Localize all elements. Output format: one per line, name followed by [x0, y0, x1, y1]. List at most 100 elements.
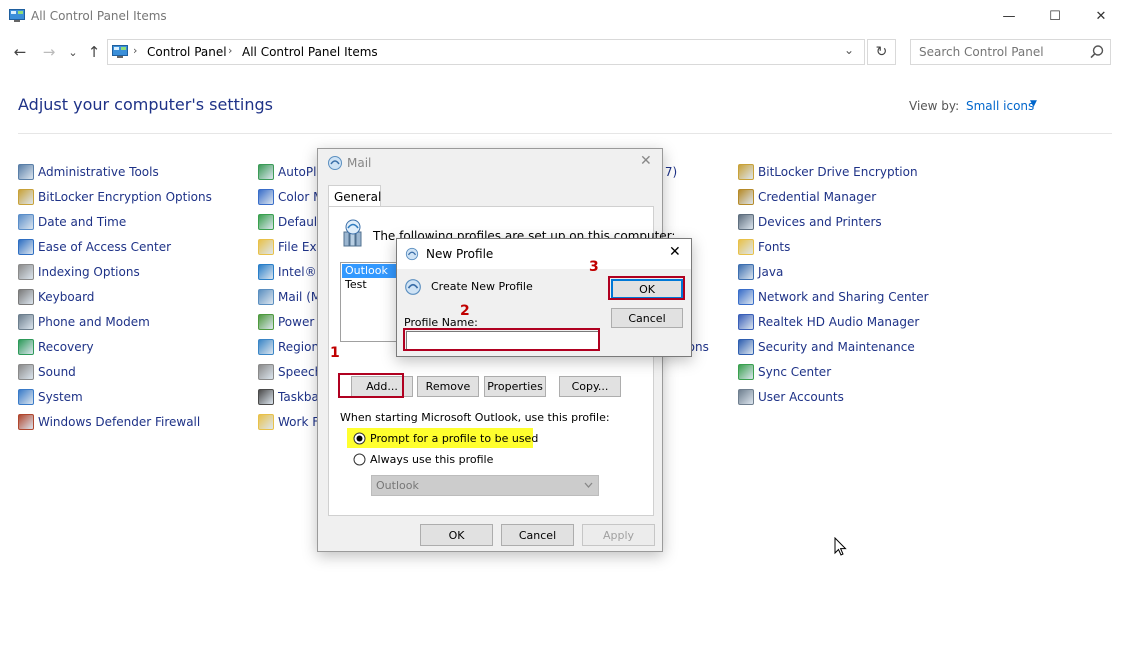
cp-item[interactable]: Work Fo	[258, 412, 326, 432]
cp-item[interactable]: Security and Maintenance	[738, 337, 915, 357]
cp-item[interactable]: Credential Manager	[738, 187, 876, 207]
cp-item[interactable]: Sync Center	[738, 362, 831, 382]
annotation-box-add	[338, 373, 404, 398]
radio-prompt-label[interactable]: Prompt for a profile to be used	[370, 432, 538, 445]
cp-item-label: User Accounts	[758, 390, 844, 404]
control-panel-window: All Control Panel Items — ☐ ✕ ← → ⌄ ↑ › …	[0, 0, 1124, 657]
cp-item[interactable]: Recovery	[18, 337, 94, 357]
cp-item[interactable]: Date and Time	[18, 212, 126, 232]
cancel-button[interactable]: Cancel	[611, 308, 683, 328]
radio-selected-icon[interactable]	[353, 432, 366, 445]
cp-item[interactable]: Java	[738, 262, 783, 282]
mouse-cursor-icon	[834, 537, 847, 556]
printer-icon	[738, 214, 754, 230]
cp-item[interactable]: Color M	[258, 187, 324, 207]
cp-item[interactable]: User Accounts	[738, 387, 844, 407]
up-arrow-icon[interactable]: ↑	[84, 42, 104, 62]
remove-profile-button[interactable]: Remove	[417, 376, 479, 397]
refresh-icon[interactable]: ↻	[867, 39, 896, 65]
firewall-icon	[18, 414, 34, 430]
apply-button[interactable]: Apply	[582, 524, 655, 546]
cp-item[interactable]: Mail (M	[258, 287, 321, 307]
radio-always-label[interactable]: Always use this profile	[370, 453, 493, 466]
cp-item[interactable]: Sound	[18, 362, 76, 382]
tab-general[interactable]: General	[328, 185, 381, 207]
cp-item[interactable]: Keyboard	[18, 287, 94, 307]
close-button[interactable]: ✕	[1078, 0, 1124, 32]
back-arrow-icon[interactable]: ←	[10, 42, 30, 62]
cp-item-label: Date and Time	[38, 215, 127, 229]
cp-item[interactable]: System	[18, 387, 83, 407]
cp-item[interactable]: BitLocker Drive Encryption	[738, 162, 918, 182]
search-icon	[1090, 45, 1104, 59]
cp-item-label: Security and Maintenance	[758, 340, 915, 354]
cp-item-label: System	[38, 390, 83, 404]
annotation-step-1: 1	[330, 345, 340, 361]
dialog-close-button[interactable]: ✕	[640, 153, 652, 169]
control-panel-icon	[112, 45, 128, 58]
phone-modem-icon	[18, 314, 34, 330]
header-divider	[18, 133, 1112, 134]
cp-item[interactable]: Windows Defender Firewall	[18, 412, 200, 432]
radio-unselected-icon[interactable]	[353, 453, 366, 466]
recent-locations-icon[interactable]: ⌄	[63, 42, 83, 62]
cp-item[interactable]: Fonts	[738, 237, 790, 257]
cp-item[interactable]: Intel® I	[258, 262, 324, 282]
users-icon	[738, 389, 754, 405]
chevron-down-icon[interactable]: ⌄	[844, 43, 854, 57]
cp-item-label: Network and Sharing Center	[758, 290, 929, 304]
caret-down-icon[interactable]: ▼	[1030, 99, 1037, 109]
view-by-label: View by:	[909, 99, 960, 113]
list-item[interactable]: Test	[342, 278, 404, 292]
view-by-dropdown[interactable]: Small icons	[966, 99, 1034, 113]
profiles-icon	[343, 219, 362, 247]
profile-select[interactable]: Outlook	[371, 475, 599, 496]
dialog-close-button[interactable]: ✕	[669, 244, 681, 260]
cp-item[interactable]: Region	[258, 337, 319, 357]
address-bar[interactable]: › Control Panel › All Control Panel Item…	[107, 39, 865, 65]
annotation-box-ok	[608, 276, 685, 300]
cp-item-label: Speech	[278, 365, 323, 379]
chevron-down-icon	[584, 482, 593, 488]
microphone-icon	[258, 364, 274, 380]
indexing-icon	[18, 264, 34, 280]
cancel-button[interactable]: Cancel	[501, 524, 574, 546]
cp-item[interactable]: Realtek HD Audio Manager	[738, 312, 919, 332]
cp-item[interactable]: Phone and Modem	[18, 312, 150, 332]
search-input[interactable]	[910, 39, 1111, 65]
sync-icon	[738, 364, 754, 380]
cp-item-label: BitLocker Encryption Options	[38, 190, 212, 204]
cp-item[interactable]: Taskbar	[258, 387, 324, 407]
cp-item[interactable]: Ease of Access Center	[18, 237, 171, 257]
annotation-step-2: 2	[460, 303, 470, 319]
flag-icon	[738, 339, 754, 355]
power-icon	[258, 314, 274, 330]
ok-button[interactable]: OK	[420, 524, 493, 546]
maximize-button[interactable]: ☐	[1032, 0, 1078, 32]
properties-button[interactable]: Properties	[484, 376, 546, 397]
cp-item[interactable]: Devices and Printers	[738, 212, 882, 232]
page-title: Adjust your computer's settings	[18, 95, 273, 114]
region-icon	[258, 339, 274, 355]
list-item[interactable]: Outlook	[342, 264, 404, 278]
cp-item[interactable]: Indexing Options	[18, 262, 140, 282]
breadcrumb-separator: ›	[133, 44, 138, 57]
minimize-button[interactable]: —	[986, 0, 1032, 32]
cp-item[interactable]: Network and Sharing Center	[738, 287, 929, 307]
breadcrumb-control-panel[interactable]: Control Panel	[147, 45, 227, 59]
java-icon	[738, 264, 754, 280]
cp-item[interactable]: Administrative Tools	[18, 162, 159, 182]
forward-arrow-icon[interactable]: →	[39, 42, 59, 62]
cp-item[interactable]: Default	[258, 212, 322, 232]
cp-item-label: Windows Defender Firewall	[38, 415, 201, 429]
cp-item[interactable]: Speech	[258, 362, 322, 382]
cp-item[interactable]: BitLocker Encryption Options	[18, 187, 212, 207]
cp-item-label: Default	[278, 215, 322, 229]
clock-icon	[18, 214, 34, 230]
cp-item[interactable]: AutoPla	[258, 162, 324, 182]
work-folders-icon	[258, 414, 274, 430]
breadcrumb-all-items[interactable]: All Control Panel Items	[242, 45, 378, 59]
cp-item[interactable]: File Exp	[258, 237, 324, 257]
copy-profile-button[interactable]: Copy...	[559, 376, 621, 397]
dialog-title: New Profile	[426, 247, 494, 261]
